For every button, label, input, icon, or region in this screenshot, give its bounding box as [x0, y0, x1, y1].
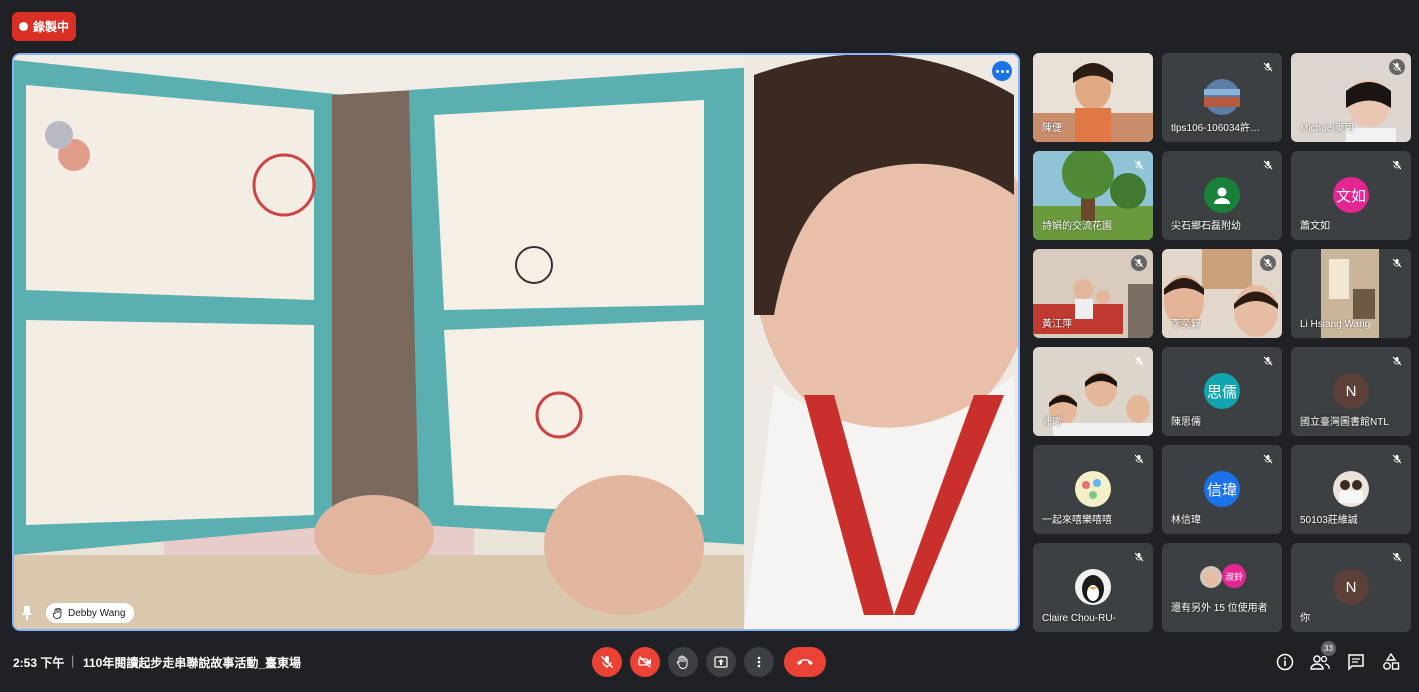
more-vert-icon [757, 656, 761, 668]
participant-name: 李奕錞 [1171, 319, 1201, 330]
mic-off-icon [1260, 353, 1276, 369]
participant-avatar [1204, 177, 1240, 213]
hand-icon [53, 607, 62, 619]
participant-avatar: N [1333, 373, 1369, 409]
activities-button[interactable] [1380, 651, 1402, 673]
chat-button[interactable] [1345, 651, 1367, 673]
pin-icon[interactable] [20, 605, 34, 621]
meeting-details-button[interactable] [1274, 651, 1296, 673]
mic-off-icon [1260, 451, 1276, 467]
mic-off-icon [1260, 157, 1276, 173]
mic-off-icon [1131, 157, 1147, 173]
presenter-name: Debby Wang [68, 607, 126, 619]
bottom-toolbar: 2:53 下午 | 110年閱讀起步走串聯說故事活動_臺東場 [0, 635, 1419, 692]
presenter-name-chip: Debby Wang [46, 603, 135, 623]
participant-tile[interactable]: tlps106-106034許… [1162, 53, 1282, 142]
mic-off-icon [601, 656, 613, 668]
participant-tile[interactable]: 陳倢 [1033, 53, 1153, 142]
more-options-button[interactable] [744, 647, 774, 677]
mic-off-icon [1389, 353, 1405, 369]
participant-name: 國立臺灣圖書館NTL [1300, 417, 1389, 428]
raise-hand-button[interactable] [668, 647, 698, 677]
meeting-separator: | [71, 653, 75, 668]
mic-off-icon [1389, 549, 1405, 565]
participant-tile[interactable]: 思儒 陳思儒 [1162, 347, 1282, 436]
participant-tile[interactable]: 一起來嘻樂嘻嘻 [1033, 445, 1153, 534]
mic-off-icon [1389, 59, 1405, 75]
leave-call-button[interactable] [784, 647, 826, 677]
mic-off-icon [1131, 549, 1147, 565]
participant-name: 一起來嘻樂嘻嘻 [1042, 515, 1112, 526]
participant-name: Claire Chou-RU- [1042, 613, 1116, 624]
participant-name: 50103莊維誠 [1300, 515, 1358, 526]
info-icon [1276, 653, 1294, 671]
others-count-label: 還有另外 15 位使用者 [1171, 603, 1268, 614]
participant-name: 詩娟的交流花園 [1042, 221, 1112, 232]
dot-icon [1000, 69, 1004, 73]
camera-toggle-button[interactable] [630, 647, 660, 677]
main-video[interactable]: Debby Wang [12, 53, 1020, 631]
participant-name: Michael麥可 [1300, 123, 1355, 134]
hang-up-icon [797, 659, 813, 665]
participant-tile[interactable]: 李奕錞 [1162, 249, 1282, 338]
participant-name: 沛晞 [1042, 417, 1062, 428]
participant-name: tlps106-106034許… [1171, 123, 1260, 134]
participant-avatar: 文如 [1333, 177, 1369, 213]
participant-name: 尖石鄉石磊附幼 [1171, 221, 1241, 232]
participant-avatar: 思儒 [1204, 373, 1240, 409]
mic-off-icon [1131, 353, 1147, 369]
participant-name: 陳倢 [1042, 123, 1062, 134]
participant-name: 黃江萍 [1042, 319, 1072, 330]
tile-more-options-button[interactable] [992, 61, 1012, 81]
present-screen-button[interactable] [706, 647, 736, 677]
mic-off-icon [1260, 255, 1276, 271]
participant-tile[interactable]: 沛晞 [1033, 347, 1153, 436]
mic-off-icon [1389, 255, 1405, 271]
present-screen-icon [714, 656, 728, 668]
recording-label: 錄製中 [32, 20, 69, 34]
participant-tile[interactable]: 詩娟的交流花園 [1033, 151, 1153, 240]
participant-avatar: 信瑋 [1204, 471, 1240, 507]
participant-tile[interactable]: 尖石鄉石磊附幼 [1162, 151, 1282, 240]
mic-off-icon [1389, 451, 1405, 467]
participant-tile[interactable]: N 國立臺灣圖書館NTL [1291, 347, 1411, 436]
others-avatar-initials: 淑鈴 [1222, 564, 1246, 588]
presenter-video-frame [14, 55, 1018, 629]
recording-badge[interactable]: 錄製中 [12, 12, 76, 41]
participant-name: 陳思儒 [1171, 417, 1201, 428]
participant-tile[interactable]: 信瑋 林信瑋 [1162, 445, 1282, 534]
dot-icon [1005, 69, 1009, 73]
participant-name: 蕭文如 [1300, 221, 1330, 232]
self-tile[interactable]: N 你 [1291, 543, 1411, 632]
meeting-time: 2:53 下午 [13, 656, 65, 670]
recording-dot-icon [18, 22, 28, 31]
participant-tile[interactable]: 黃江萍 [1033, 249, 1153, 338]
participant-tile-others[interactable]: 淑鈴 還有另外 15 位使用者 [1162, 543, 1282, 632]
participant-name: 林信瑋 [1171, 515, 1201, 526]
participant-tile[interactable]: Li Hsiang Wang [1291, 249, 1411, 338]
mic-toggle-button[interactable] [592, 647, 622, 677]
participant-tile[interactable]: Michael麥可 [1291, 53, 1411, 142]
meeting-title: 110年閱讀起步走串聯說故事活動_臺東場 [83, 656, 302, 670]
mic-off-icon [1131, 255, 1147, 271]
participant-tile[interactable]: 50103莊維誠 [1291, 445, 1411, 534]
camera-off-icon [638, 656, 651, 668]
participant-name: 你 [1300, 613, 1310, 624]
mic-off-icon [1131, 451, 1147, 467]
participant-count-badge: 33 [1321, 641, 1336, 656]
participant-tile[interactable]: 文如 蕭文如 [1291, 151, 1411, 240]
hand-icon [676, 655, 688, 669]
dot-icon [995, 69, 999, 73]
activities-icon [1383, 653, 1400, 670]
mic-off-icon [1389, 157, 1405, 173]
person-icon [1214, 187, 1230, 204]
mic-off-icon [1260, 59, 1276, 75]
participant-tile[interactable]: Claire Chou-RU- [1033, 543, 1153, 632]
chat-icon [1348, 654, 1364, 671]
participant-name: Li Hsiang Wang [1300, 319, 1371, 330]
participant-avatar: N [1333, 569, 1369, 605]
